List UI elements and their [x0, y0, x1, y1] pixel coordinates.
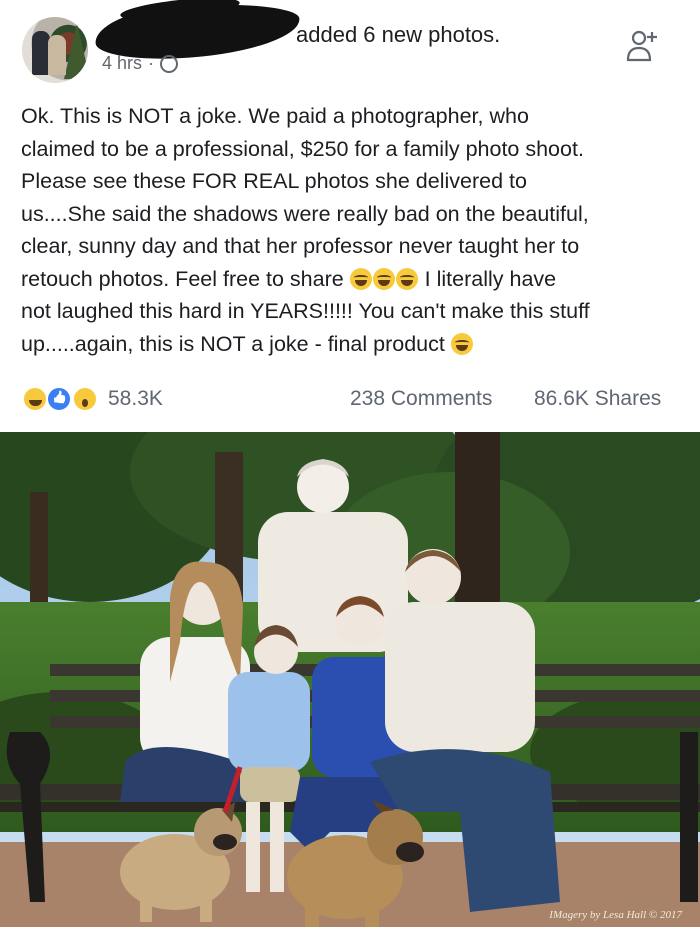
meta-separator: ·	[148, 53, 155, 73]
family-photo-illustration	[0, 432, 700, 927]
post-text-line: up.....again, this is NOT a joke - final…	[21, 328, 681, 361]
wow-icon	[72, 386, 98, 412]
avatar[interactable]	[22, 17, 88, 83]
add-friend-icon[interactable]	[624, 28, 660, 64]
avatar-tree	[64, 23, 88, 79]
post-text-line: us....She said the shadows were really b…	[21, 201, 589, 226]
shares-count[interactable]: 86.6K Shares	[534, 387, 661, 411]
post-text: Ok. This is NOT a joke. We paid a photog…	[21, 100, 681, 360]
comments-count[interactable]: 238 Comments	[350, 387, 492, 411]
post-text-line: clear, sunny day and that her professor …	[21, 234, 580, 258]
post-text-line: retouch photos. Feel free to share I lit…	[21, 263, 681, 296]
laughing-emoji-icon	[349, 267, 372, 290]
post-stats: 58.3K 238 Comments 86.6K Shares	[0, 380, 700, 420]
avatar-person	[48, 35, 66, 75]
post-meta: 4 hrs ·	[102, 53, 179, 74]
rofl-emoji-icon	[450, 332, 473, 355]
reactions-count[interactable]: 58.3K	[108, 387, 163, 411]
photo-watermark: IMagery by Lesa Hall © 2017	[549, 909, 682, 921]
post-header: added 6 new photos. 4 hrs ·	[0, 0, 700, 95]
laughing-emoji-icon	[395, 267, 418, 290]
post-photo[interactable]: IMagery by Lesa Hall © 2017	[0, 432, 700, 927]
post-text-line: Please see these FOR REAL photos she del…	[21, 169, 527, 193]
post-text-line: not laughed this hard in YEARS!!!!! You …	[21, 299, 590, 323]
globe-icon	[160, 54, 179, 73]
haha-icon	[22, 386, 48, 412]
post-time[interactable]: 4 hrs	[102, 53, 142, 74]
post-text-segment: retouch photos. Feel free to share	[21, 266, 344, 291]
post-text-line: Ok. This is NOT a joke. We paid a photog…	[21, 104, 529, 128]
post-text-segment: up.....again, this is NOT a joke - final…	[21, 331, 445, 356]
reactions-bar[interactable]	[22, 386, 104, 412]
like-icon	[46, 386, 72, 412]
post-headline: added 6 new photos.	[296, 22, 501, 47]
post-text-segment: I literally have	[424, 266, 557, 291]
laughing-emoji-icon	[372, 267, 395, 290]
post-text-line: claimed to be a professional, $250 for a…	[21, 136, 584, 161]
